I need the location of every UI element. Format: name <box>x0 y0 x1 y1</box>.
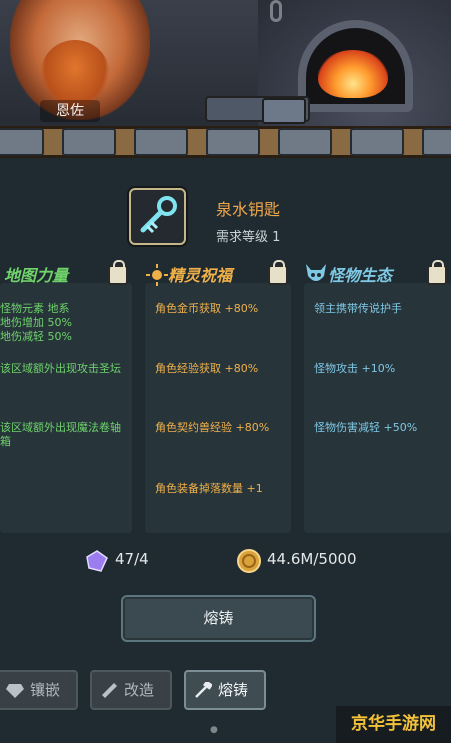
rail-plank <box>206 128 260 156</box>
gold-coin-icon <box>237 549 261 573</box>
forge-button[interactable]: 熔铸 <box>121 595 316 642</box>
map-power-entry: 该区域额外出现攻击圣坛 <box>0 362 121 375</box>
lock-icon[interactable] <box>268 260 288 285</box>
tab-inlay[interactable]: 镶嵌 <box>0 670 78 710</box>
tab-modify-label: 改造 <box>124 681 155 699</box>
map-power-entry: 该区域额外出现魔法卷轴 箱 <box>0 421 121 448</box>
crystal-count: 47/4 <box>115 550 149 568</box>
rail-plank <box>62 128 116 156</box>
key-icon-graphic <box>140 196 177 234</box>
rail-plank <box>0 128 44 156</box>
page-indicator: ● <box>210 725 218 735</box>
monster-ecology-entry: 怪物攻击 +10% <box>314 362 396 375</box>
monster-ecology-entry: 怪物伤害减轻 +50% <box>314 421 418 434</box>
map-power-title: 地图力量 <box>4 266 69 285</box>
watermark-logo: 京华手游网 <box>336 706 451 743</box>
wrench-icon <box>102 683 117 698</box>
crystal-icon <box>86 550 108 572</box>
spirit-blessing-title: 精灵祝福 <box>168 266 233 285</box>
spirit-blessing-entry: 角色装备掉落数量 +1 <box>155 482 263 495</box>
tab-forge[interactable]: 熔铸 <box>184 670 266 710</box>
gem-icon <box>6 684 24 698</box>
item-name: 泉水钥匙 <box>216 200 281 219</box>
item-level-requirement: 需求等级 1 <box>216 230 281 245</box>
demon-skull-icon <box>306 264 326 281</box>
monster-ecology-panel <box>304 283 451 533</box>
lock-icon[interactable] <box>427 260 447 285</box>
hammer-icon <box>195 682 212 698</box>
lock-icon[interactable] <box>108 260 128 285</box>
monster-ecology-title: 怪物生态 <box>328 266 393 285</box>
spirit-blessing-entry: 角色金币获取 +80% <box>155 302 259 315</box>
rail-plank <box>278 128 332 156</box>
npc-name: 恩佐 <box>40 100 100 122</box>
sun-icon <box>146 264 168 286</box>
key-icon[interactable] <box>129 188 186 245</box>
rail-plank <box>134 128 188 156</box>
spirit-blessing-entry: 角色经验获取 +80% <box>155 362 259 375</box>
hammer-icon <box>262 98 306 124</box>
forge-scene: 恩佐 <box>0 0 451 158</box>
monster-ecology-entry: 领主携带传说护手 <box>314 302 402 315</box>
rail-plank <box>350 128 404 156</box>
spirit-blessing-entry: 角色契约兽经验 +80% <box>155 421 270 434</box>
rail-plank <box>422 128 451 156</box>
gold-count: 44.6M/5000 <box>267 550 357 568</box>
tab-forge-label: 熔铸 <box>218 681 249 699</box>
tab-inlay-label: 镶嵌 <box>30 681 61 699</box>
tab-modify[interactable]: 改造 <box>90 670 172 710</box>
chain-icon <box>270 0 282 22</box>
map-power-entry: 怪物元素 地系 地伤增加 50% 地伤减轻 50% <box>0 302 72 343</box>
fire-icon <box>318 50 388 98</box>
